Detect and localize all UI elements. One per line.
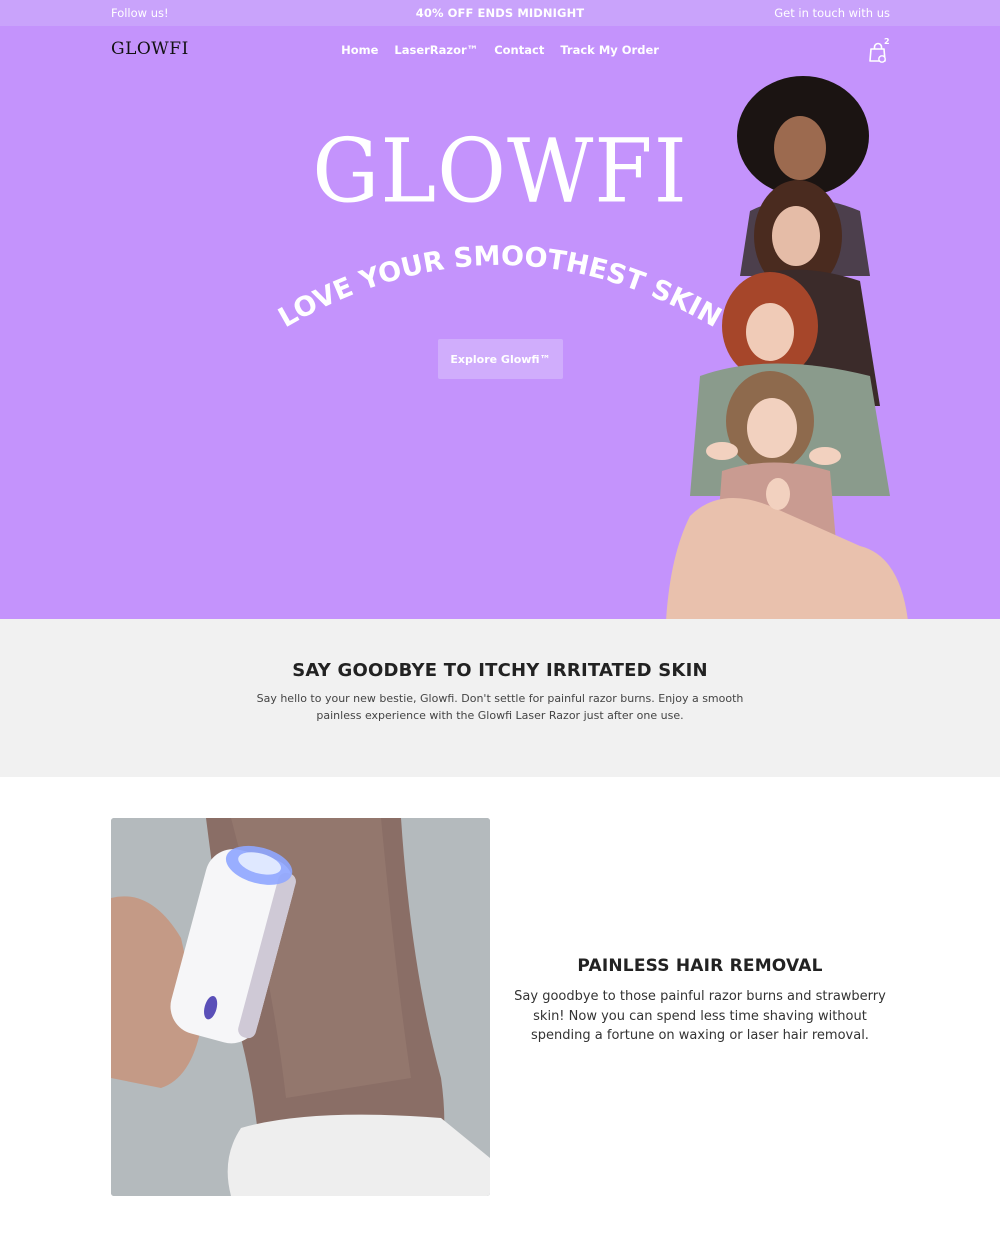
feature-image [111,818,490,1196]
intro-body: Say hello to your new bestie, Glowfi. Do… [256,692,744,722]
intro-heading: SAY GOODBYE TO ITCHY IRRITATED SKIN [292,660,708,681]
hero-title-text: GLOWFI [312,119,688,223]
intro-section: SAY GOODBYE TO ITCHY IRRITATED SKIN Say … [0,619,1000,777]
explore-button[interactable]: Explore Glowfi™ [438,339,563,379]
site-logo[interactable]: GLOWFI [111,39,189,59]
feature-text-block: PAINLESS HAIR REMOVAL Say goodbye to tho… [505,956,895,1046]
cart-count-badge: 2 [884,37,890,46]
announcement-bar: Follow us! 40% OFF ENDS MIDNIGHT Get in … [0,0,1000,26]
feature-body: Say goodbye to those painful razor burns… [514,989,886,1043]
nav-item-laserrazor[interactable]: LaserRazor™ [394,43,478,57]
hero-section: GLOWFI Home LaserRazor™ Contact Track My… [0,26,1000,619]
nav-item-track-order[interactable]: Track My Order [560,43,659,57]
contact-link[interactable]: Get in touch with us [774,6,890,20]
hero-models-image [666,76,908,619]
hero-tagline-text: LOVE YOUR SMOOTHEST SKIN [273,241,726,334]
follow-us-link[interactable]: Follow us! [111,6,169,20]
nav-item-home[interactable]: Home [341,43,378,57]
feature-heading: PAINLESS HAIR REMOVAL [577,956,823,976]
nav-item-contact[interactable]: Contact [494,43,544,57]
